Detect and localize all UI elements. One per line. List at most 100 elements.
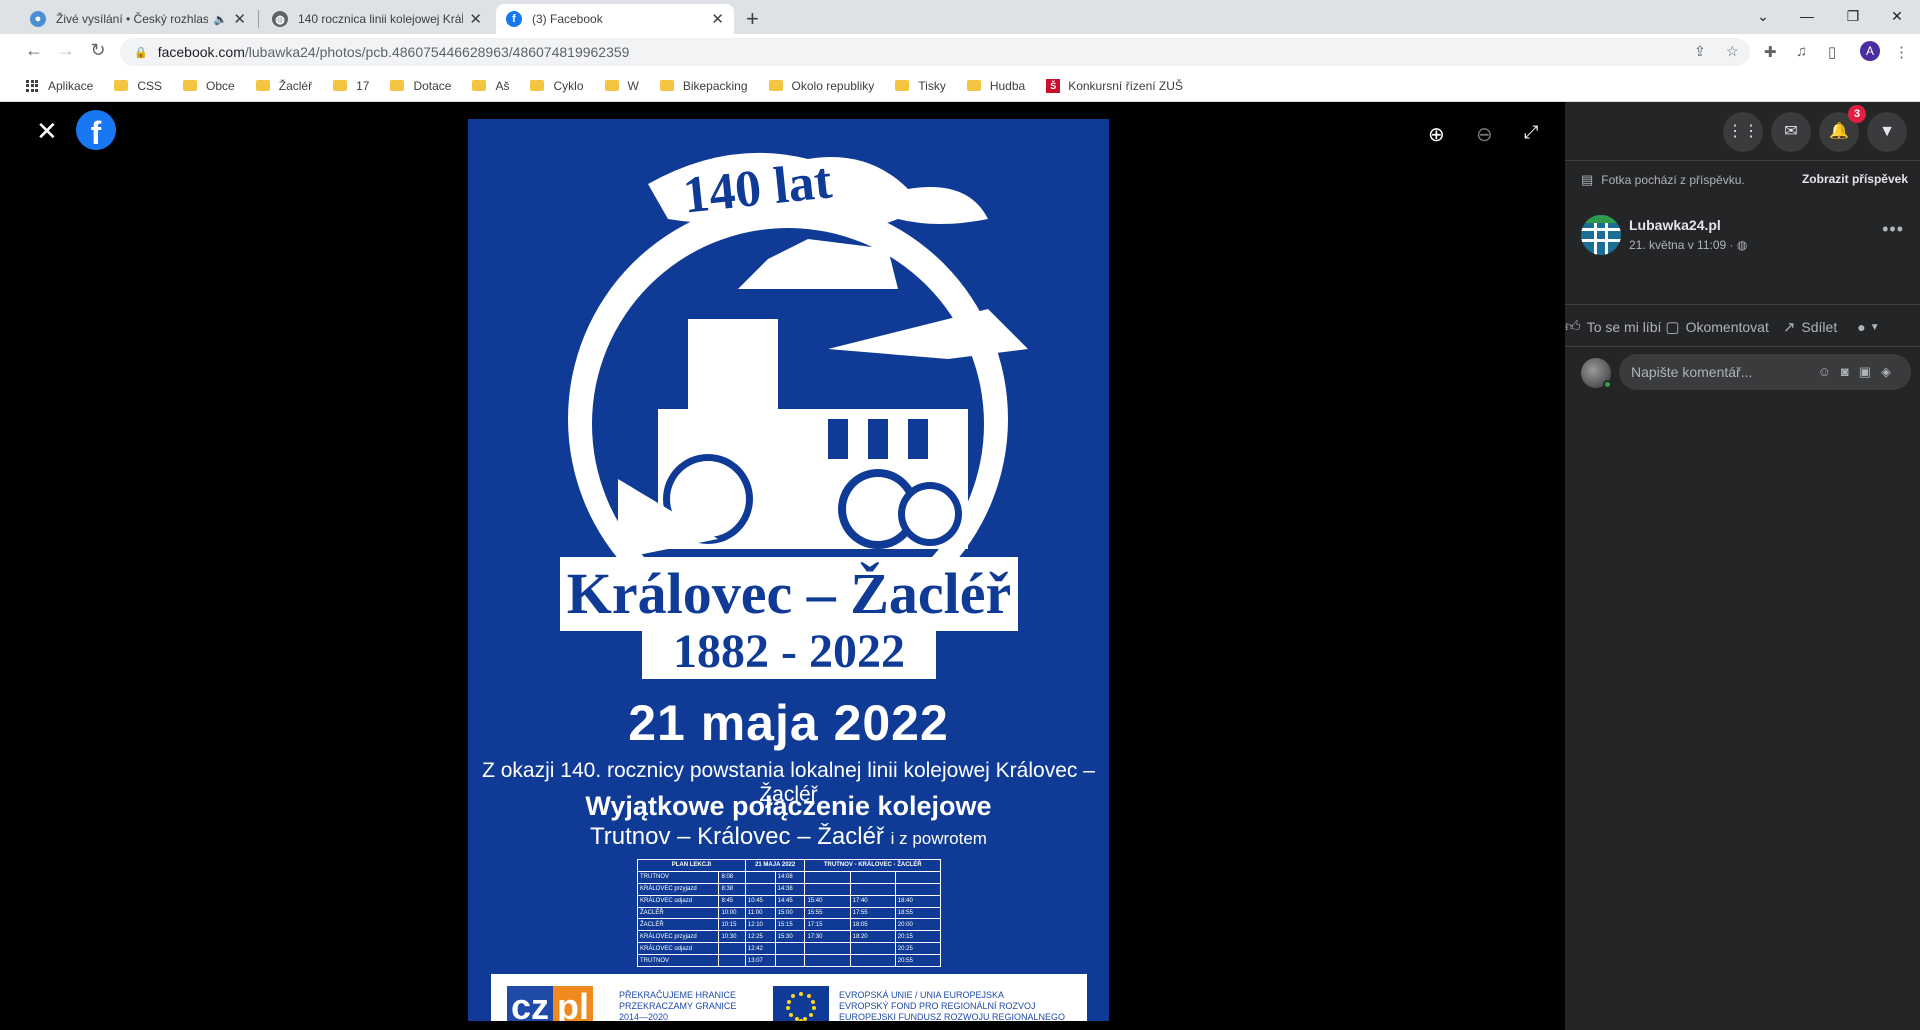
- folder-icon: [966, 80, 981, 91]
- timetable-time: [804, 870, 851, 884]
- lock-icon[interactable]: 🔒: [134, 46, 148, 59]
- close-tab-icon[interactable]: ✕: [469, 10, 482, 28]
- comment-button[interactable]: ▢ Okomentovat: [1665, 318, 1768, 336]
- divider: [1565, 346, 1920, 347]
- zoom-out-icon[interactable]: ⊖: [1476, 122, 1493, 147]
- bookmark-folder[interactable]: Hudba: [966, 79, 1025, 93]
- close-tab-icon[interactable]: ✕: [711, 10, 724, 28]
- timetable-time: [849, 870, 896, 884]
- forward-icon[interactable]: →: [54, 40, 78, 61]
- timetable-time: 18:55: [894, 906, 942, 920]
- bookmark-folder[interactable]: Bikepacking: [659, 79, 748, 93]
- share-button[interactable]: ↗ Sdílet: [1783, 318, 1837, 336]
- timetable-time: 15:30: [774, 930, 806, 944]
- bookmark-label: CSS: [137, 78, 163, 93]
- camera-icon[interactable]: ◙: [1841, 364, 1859, 379]
- timetable-station: KRÁLOVEC odjazd: [636, 942, 720, 956]
- bookmark-label: Žacléř: [278, 78, 313, 93]
- bookmark-folder[interactable]: Aš: [472, 79, 509, 93]
- bookmark-folder[interactable]: Žacléř: [255, 78, 313, 93]
- profile-avatar[interactable]: A: [1860, 41, 1880, 61]
- timetable-time: 8:45: [718, 894, 746, 908]
- photo-viewer: ✕ f ⊕ ⊖ ⤢ 140 lat Královec – Žacléř 1882: [0, 102, 1565, 1030]
- page-name-link[interactable]: Lubawka24.pl: [1629, 217, 1721, 233]
- window-close-icon[interactable]: ✕: [1874, 4, 1920, 28]
- bookmark-label: Konkursní řízení ZUŠ: [1068, 78, 1183, 93]
- emoji-icon[interactable]: ☺: [1818, 364, 1841, 379]
- url-host: facebook.com: [157, 44, 245, 60]
- tab-article[interactable]: ◍ 140 rocznica linii kolejowej Kráĺo ✕: [262, 4, 492, 34]
- eu-funding-bar: cz pl PŘEKRAČUJEME HRANICE PRZEKRACZAMY G…: [491, 974, 1087, 1021]
- share-icon[interactable]: ⇪: [1694, 43, 1706, 60]
- comment-icon: ▢: [1665, 319, 1680, 336]
- bookmark-folder[interactable]: Dotace: [390, 79, 451, 93]
- media-control-icon[interactable]: ♫: [1796, 43, 1807, 60]
- bookmark-label: Aš: [495, 78, 510, 93]
- timetable-header-cell: TRUTNOV - KRÁLOVEC - ŽACLÉŘ: [804, 859, 941, 872]
- notification-count-badge: 3: [1848, 105, 1866, 123]
- facebook-icon: f: [506, 11, 522, 27]
- menu-grid-icon[interactable]: ⋮⋮: [1723, 112, 1763, 152]
- tab-search-icon[interactable]: ⌄: [1740, 4, 1786, 28]
- timetable-time: 17:30: [804, 930, 851, 944]
- bookmark-folder[interactable]: Cyklo: [530, 78, 584, 93]
- bookmark-folder[interactable]: Okolo republiky: [768, 78, 875, 93]
- account-dropdown-icon[interactable]: ▼: [1867, 112, 1907, 152]
- messenger-icon[interactable]: ✉: [1771, 112, 1811, 152]
- bookmark-folder[interactable]: Tisky: [895, 79, 946, 93]
- comment-input[interactable]: Napište komentář... ☺◙▣◈: [1619, 354, 1911, 390]
- reload-icon[interactable]: ↻: [86, 40, 110, 61]
- restore-icon[interactable]: ❐: [1830, 4, 1876, 28]
- zoom-in-icon[interactable]: ⊕: [1428, 122, 1445, 147]
- close-tab-icon[interactable]: ✕: [233, 10, 246, 28]
- address-bar[interactable]: 🔒 facebook.com/lubawka24/photos/pcb.4860…: [120, 38, 1750, 66]
- side-panel-icon[interactable]: ▯: [1828, 43, 1836, 61]
- new-tab-icon[interactable]: +: [746, 6, 759, 32]
- czpl-cz: cz: [507, 986, 554, 1021]
- facebook-logo-icon[interactable]: f: [76, 110, 116, 151]
- reaction-profile-selector[interactable]: ● ▼: [1857, 319, 1879, 335]
- bookmark-label: Obce: [206, 78, 235, 93]
- share-label: Sdílet: [1801, 319, 1838, 335]
- poster-years-banner: 1882 - 2022: [642, 624, 936, 679]
- timetable-time: 14:38: [774, 882, 806, 896]
- fullscreen-icon[interactable]: ⤢: [1524, 122, 1538, 143]
- more-options-icon[interactable]: •••: [1882, 219, 1904, 240]
- browser-menu-icon[interactable]: ⋮: [1894, 43, 1909, 61]
- timetable-time: [718, 954, 746, 967]
- poster-route-text: Trutnov – Královec – Žacléř i z powrotem: [468, 823, 1109, 851]
- close-icon[interactable]: ✕: [36, 116, 58, 147]
- show-post-link[interactable]: Zobrazit příspěvek: [1802, 172, 1908, 186]
- bookmark-konkursni[interactable]: Š Konkursní řízení ZUŠ: [1046, 78, 1183, 93]
- bookmark-folder[interactable]: W: [604, 78, 639, 93]
- bookmark-label: W: [627, 78, 639, 93]
- extensions-icon[interactable]: ✚: [1764, 43, 1777, 61]
- timetable-row: TRUTNOV 8:08 14:08: [636, 870, 942, 884]
- speaker-icon[interactable]: 🔈: [214, 13, 228, 26]
- bookmark-star-icon[interactable]: ☆: [1726, 43, 1739, 60]
- gif-icon[interactable]: ▣: [1859, 364, 1881, 379]
- like-label: To se mi líbí: [1586, 319, 1662, 335]
- timetable-station: ŽACLÉŘ: [636, 918, 720, 932]
- tab-facebook[interactable]: f (3) Facebook ✕: [496, 4, 734, 34]
- bookmark-folder[interactable]: CSS: [114, 79, 162, 93]
- sticker-icon[interactable]: ◈: [1881, 364, 1901, 379]
- bookmark-label: 17: [356, 78, 370, 93]
- tab-cro[interactable]: ● Živé vysílání • Český rozhlas 🔈 ✕: [20, 4, 256, 34]
- page-avatar[interactable]: [1581, 215, 1621, 255]
- browser-toolbar: ← → ↻ 🔒 facebook.com/lubawka24/photos/pc…: [0, 34, 1920, 70]
- bookmark-folder[interactable]: 17: [333, 79, 369, 93]
- bookmark-label: Cyklo: [553, 78, 584, 93]
- bookmark-apps[interactable]: Aplikace: [26, 79, 93, 93]
- bookmark-label: Okolo republiky: [791, 78, 875, 93]
- comment-placeholder: Napište komentář...: [1631, 364, 1753, 380]
- timetable-time: 10:30: [718, 930, 746, 944]
- program-line: PŘEKRAČUJEME HRANICE: [619, 990, 737, 1000]
- bookmark-folder[interactable]: Obce: [183, 79, 235, 93]
- bookmark-label: Tisky: [918, 78, 946, 93]
- like-button[interactable]: 👍︎ To se mi líbí: [1565, 318, 1661, 336]
- minimize-icon[interactable]: —: [1784, 4, 1830, 28]
- post-time[interactable]: 21. května v 11:09 ·: [1629, 238, 1734, 252]
- timetable-time: 18:05: [849, 918, 896, 932]
- back-icon[interactable]: ←: [22, 40, 46, 61]
